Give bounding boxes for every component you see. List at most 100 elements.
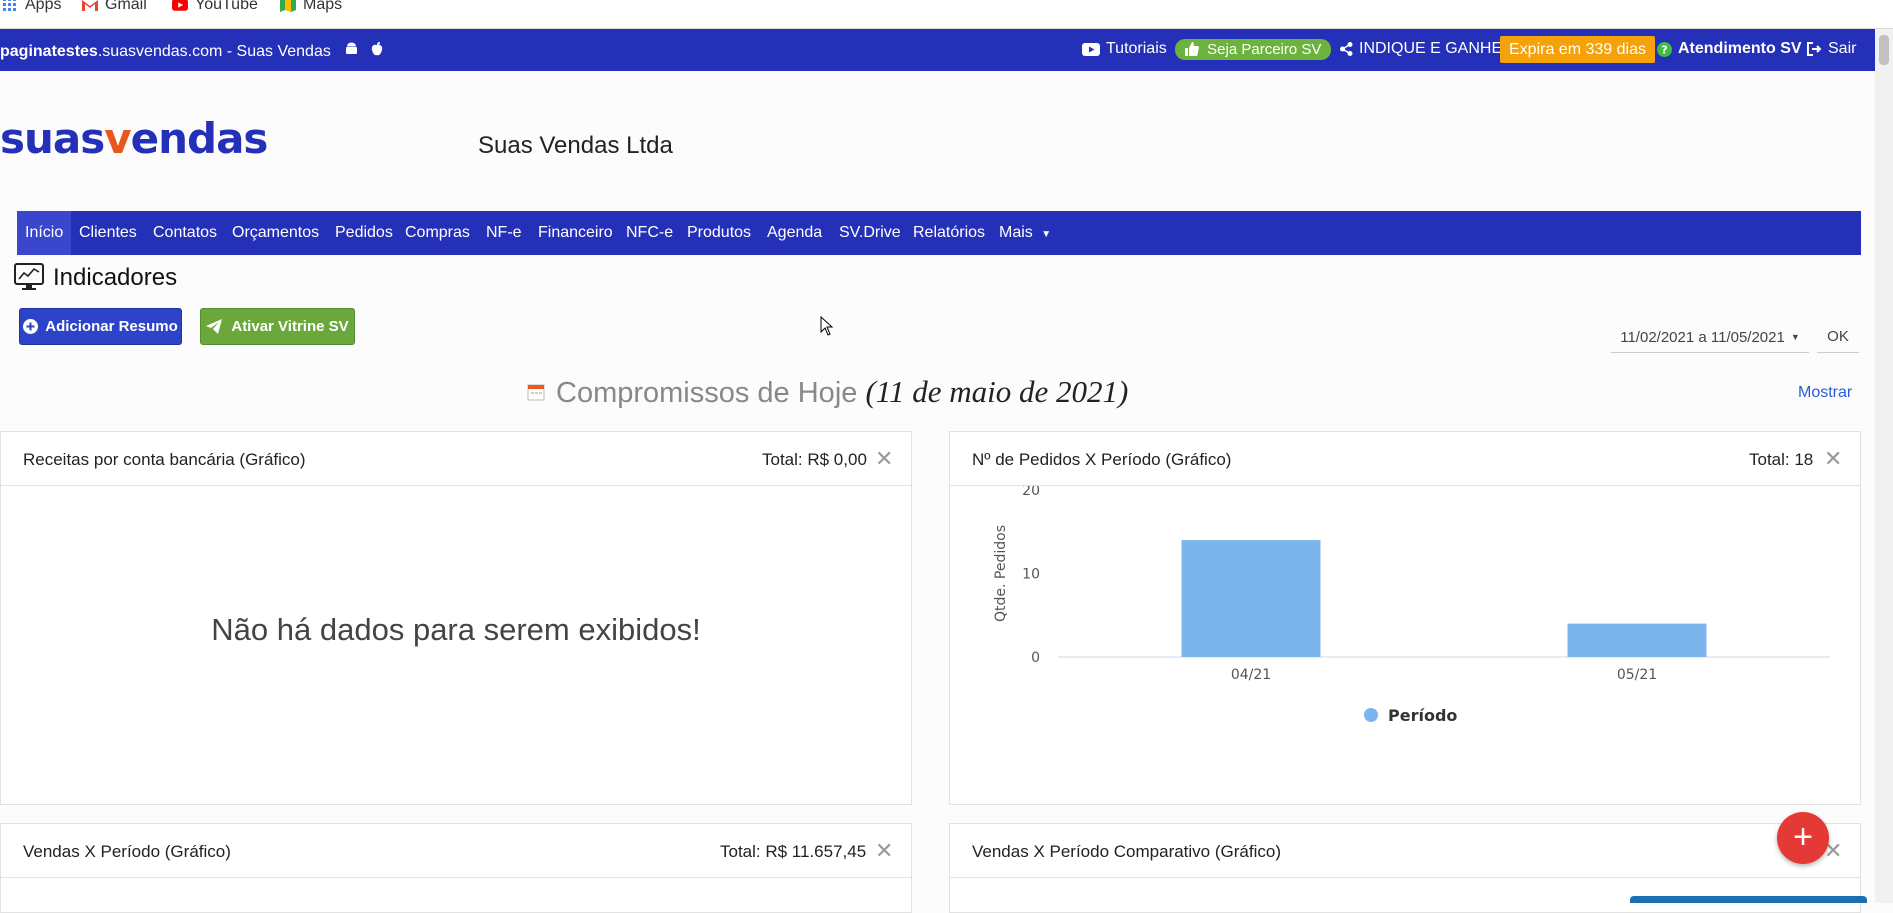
nav-mais[interactable]: Mais ▼ <box>991 211 1059 255</box>
add-resumo-label: Adicionar Resumo <box>45 318 178 335</box>
thumbs-up-icon <box>1185 42 1199 56</box>
main-navbar: Início Clientes Contatos Orçamentos Pedi… <box>17 211 1861 255</box>
suasvendas-logo[interactable]: suasvendas <box>0 114 269 163</box>
close-icon[interactable]: ✕ <box>1824 446 1842 472</box>
nav-svdrive[interactable]: SV.Drive <box>831 211 909 255</box>
bar <box>1181 540 1321 657</box>
y-tick-label: 10 <box>1022 567 1040 583</box>
company-name: Suas Vendas Ltda <box>478 132 673 159</box>
compromissos-label: Compromissos de Hoje <box>556 377 858 409</box>
site-subdomain: paginatestes <box>0 43 98 60</box>
logo-text-1: suas <box>0 114 105 163</box>
share-icon <box>1340 42 1353 56</box>
bookmark-label: YouTube <box>195 0 258 13</box>
card-header: Receitas por conta bancária (Gráfico) To… <box>1 432 911 486</box>
atendimento-label: Atendimento SV <box>1678 40 1802 57</box>
caret-down-icon: ▼ <box>1041 229 1052 240</box>
apple-icon[interactable] <box>371 42 383 60</box>
legend-label: Período <box>1388 706 1457 725</box>
y-tick-label: 20 <box>1022 486 1040 499</box>
sair-link[interactable]: Sair <box>1807 40 1856 58</box>
scrollbar-thumb[interactable] <box>1879 35 1889 65</box>
logo-text-3: endas <box>130 114 269 163</box>
expira-badge[interactable]: Expira em 339 dias <box>1500 36 1655 63</box>
youtube-icon <box>172 0 188 11</box>
nav-compras[interactable]: Compras <box>397 211 478 255</box>
atendimento-link[interactable]: ? Atendimento SV <box>1657 40 1802 58</box>
close-icon[interactable]: ✕ <box>875 838 893 864</box>
bookmark-youtube[interactable]: YouTube <box>172 0 258 14</box>
chat-widget-tab[interactable] <box>1630 896 1867 903</box>
mostrar-link[interactable]: Mostrar <box>1798 384 1852 402</box>
card-title: Nº de Pedidos X Período (Gráfico) <box>972 450 1232 469</box>
date-range-select[interactable]: 11/02/2021 a 11/05/2021 ▼ <box>1611 322 1809 353</box>
indique-ganhe-label: INDIQUE E GANHE <box>1359 40 1503 57</box>
help-circle-icon: ? <box>1657 41 1672 57</box>
compromissos-title: Compromissos de Hoje (11 de maio de 2021… <box>556 374 1128 410</box>
nav-financeiro[interactable]: Financeiro <box>530 211 621 255</box>
card-title: Receitas por conta bancária (Gráfico) <box>23 450 306 469</box>
paper-plane-icon <box>206 319 223 334</box>
page-scrollbar[interactable] <box>1875 29 1893 903</box>
y-axis-label: Qtde. Pedidos <box>993 525 1009 622</box>
top-bar: paginatestes.suasvendas.com - Suas Venda… <box>0 29 1875 71</box>
bookmark-maps[interactable]: Maps <box>280 0 342 14</box>
plus-circle-icon <box>23 319 39 334</box>
indique-ganhe-link[interactable]: INDIQUE E GANHE <box>1340 40 1502 58</box>
x-tick-label: 04/21 <box>1231 667 1271 683</box>
nav-mais-label: Mais <box>999 224 1033 241</box>
nav-clientes[interactable]: Clientes <box>71 211 145 255</box>
bookmarks-bar: Apps Gmail YouTube Maps <box>0 0 1893 29</box>
gmail-icon <box>82 0 98 11</box>
close-icon[interactable]: ✕ <box>875 446 893 472</box>
nav-produtos[interactable]: Produtos <box>679 211 759 255</box>
calendar-icon <box>527 384 545 401</box>
nav-pedidos[interactable]: Pedidos <box>327 211 401 255</box>
android-icon[interactable] <box>345 42 362 60</box>
seja-parceiro-button[interactable]: Seja Parceiro SV <box>1175 39 1332 60</box>
maps-icon <box>280 0 296 12</box>
card-header: Vendas X Período (Gráfico) Total: R$ 11.… <box>1 824 911 878</box>
sair-label: Sair <box>1828 40 1857 57</box>
logo-text-2: v <box>104 114 131 163</box>
bookmark-gmail[interactable]: Gmail <box>82 0 147 14</box>
x-tick-label: 05/21 <box>1617 667 1657 683</box>
bookmark-label: Gmail <box>105 0 147 13</box>
ok-button[interactable]: OK <box>1817 322 1859 353</box>
card-header: Vendas X Período Comparativo (Gráfico) ✕ <box>950 824 1860 878</box>
card-receitas: Receitas por conta bancária (Gráfico) To… <box>0 431 912 805</box>
site-address: paginatestes.suasvendas.com - Suas Venda… <box>0 42 383 61</box>
seja-parceiro-label: Seja Parceiro SV <box>1207 41 1322 58</box>
nav-relatorios[interactable]: Relatórios <box>905 211 993 255</box>
youtube-icon <box>1082 42 1100 56</box>
nav-orcamentos[interactable]: Orçamentos <box>224 211 327 255</box>
nav-agenda[interactable]: Agenda <box>759 211 830 255</box>
nav-nfce[interactable]: NFC-e <box>618 211 681 255</box>
tutoriais-label: Tutoriais <box>1106 40 1167 57</box>
page-title: Indicadores <box>53 264 178 291</box>
bookmark-apps[interactable]: Apps <box>2 0 61 14</box>
apps-grid-icon <box>3 0 16 11</box>
nav-contatos[interactable]: Contatos <box>145 211 225 255</box>
caret-down-icon: ▼ <box>1790 332 1800 342</box>
bookmark-label: Maps <box>303 0 343 13</box>
site-name: .suasvendas.com - Suas Vendas <box>97 43 331 60</box>
nav-inicio[interactable]: Início <box>17 211 72 255</box>
add-resumo-button[interactable]: Adicionar Resumo <box>19 308 182 345</box>
empty-state-message: Não há dados para serem exibidos! <box>211 612 701 647</box>
ativar-vitrine-button[interactable]: Ativar Vitrine SV <box>200 308 355 345</box>
card-title: Vendas X Período Comparativo (Gráfico) <box>972 842 1281 861</box>
ativar-vitrine-label: Ativar Vitrine SV <box>231 318 349 335</box>
mouse-cursor-icon <box>820 316 834 336</box>
dashboard-monitor-icon <box>14 263 44 290</box>
card-title: Vendas X Período (Gráfico) <box>23 842 231 861</box>
svg-text:?: ? <box>1661 43 1667 56</box>
compromissos-date: (11 de maio de 2021) <box>865 374 1129 409</box>
tutoriais-link[interactable]: Tutoriais <box>1082 40 1167 58</box>
card-pedidos: Nº de Pedidos X Período (Gráfico) Total:… <box>949 431 1861 805</box>
bar <box>1567 623 1707 657</box>
floating-add-button[interactable]: + <box>1777 812 1829 864</box>
legend-marker <box>1364 708 1378 722</box>
nav-nfe[interactable]: NF-e <box>478 211 530 255</box>
card-header: Nº de Pedidos X Período (Gráfico) Total:… <box>950 432 1860 486</box>
